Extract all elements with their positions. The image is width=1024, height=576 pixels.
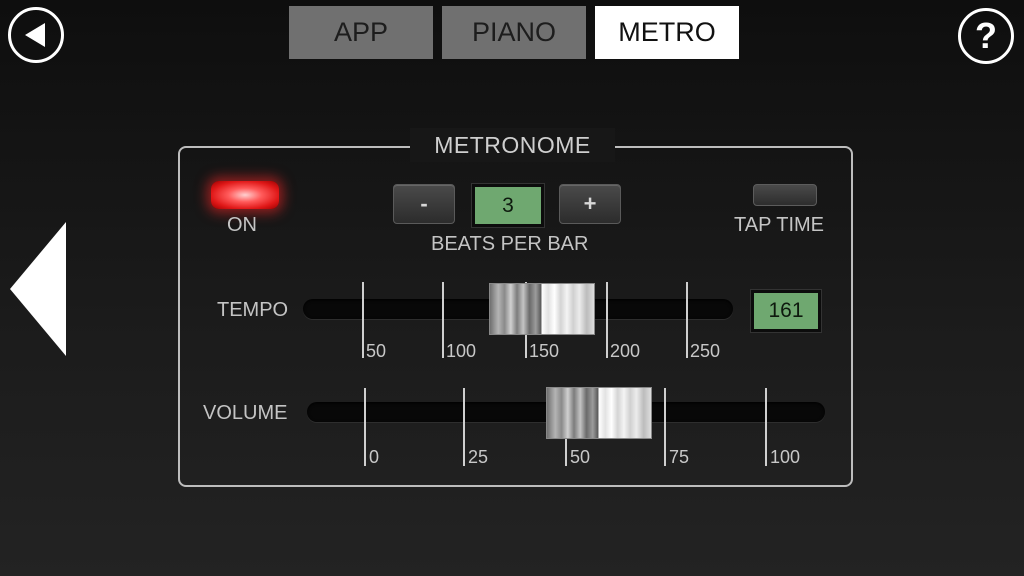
volume-label: VOLUME — [203, 402, 288, 424]
tempo-tick-label: 250 — [690, 341, 721, 361]
volume-tick — [664, 388, 666, 466]
beats-minus-button[interactable]: - — [393, 184, 455, 224]
volume-tick-label: 25 — [468, 447, 489, 467]
tempo-label: TEMPO — [217, 299, 289, 321]
volume-tick — [765, 388, 767, 466]
tab-app[interactable]: APP — [289, 6, 433, 59]
tempo-tick-label: 50 — [366, 341, 387, 361]
tempo-tick-label: 150 — [529, 341, 560, 361]
tab-piano[interactable]: PIANO — [442, 6, 586, 59]
panel-title: METRONOME — [410, 128, 615, 162]
tempo-slider-thumb[interactable] — [489, 283, 595, 335]
tempo-tick — [442, 282, 444, 358]
volume-tick-label: 0 — [369, 447, 380, 467]
beats-per-bar-label: BEATS PER BAR — [431, 233, 589, 255]
tab-metro[interactable]: METRO — [595, 6, 739, 59]
volume-tick — [463, 388, 465, 466]
tempo-tick — [606, 282, 608, 358]
tempo-tick — [686, 282, 688, 358]
tempo-tick — [362, 282, 364, 358]
on-label: ON — [227, 214, 257, 236]
volume-slider-thumb[interactable] — [546, 387, 652, 439]
help-button[interactable]: ? — [958, 8, 1014, 64]
help-icon: ? — [975, 15, 997, 56]
previous-page-arrow-icon[interactable] — [10, 222, 66, 356]
back-arrow-icon — [25, 23, 45, 47]
tempo-tick-label: 200 — [610, 341, 641, 361]
tap-time-button[interactable] — [753, 184, 817, 206]
volume-tick — [364, 388, 366, 466]
tempo-value-display: 161 — [751, 290, 821, 332]
volume-tick-label: 50 — [570, 447, 591, 467]
tap-time-label: TAP TIME — [734, 214, 825, 236]
on-led-toggle[interactable] — [211, 181, 279, 209]
tempo-tick-label: 100 — [446, 341, 477, 361]
back-button[interactable] — [8, 7, 64, 63]
beats-plus-button[interactable]: + — [559, 184, 621, 224]
volume-tick-label: 75 — [669, 447, 690, 467]
beats-per-bar-display: 3 — [472, 184, 544, 227]
volume-tick-label: 100 — [770, 447, 801, 467]
